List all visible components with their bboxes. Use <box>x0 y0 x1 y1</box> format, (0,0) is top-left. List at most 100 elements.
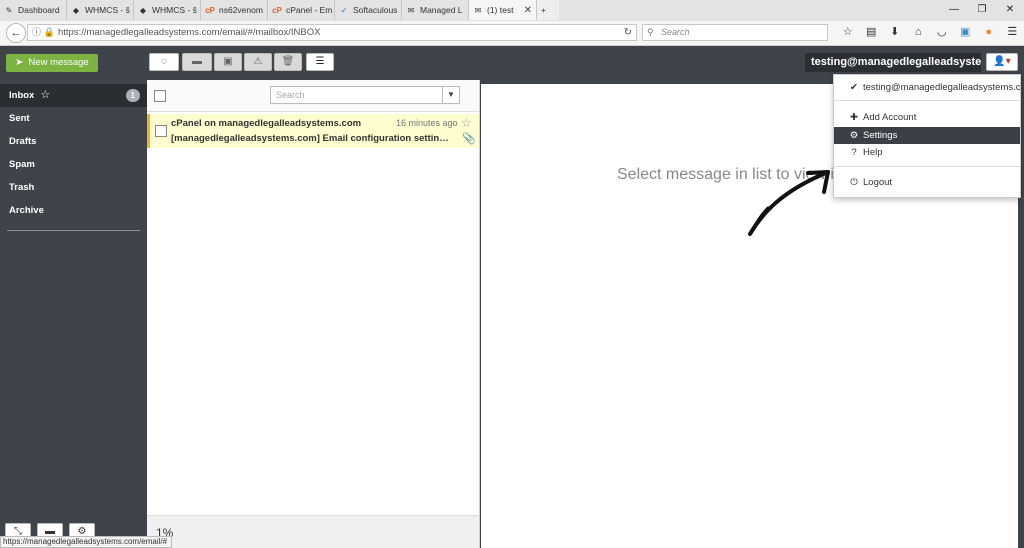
extension-icon[interactable]: ▣ <box>954 24 978 41</box>
folder-label: Sent <box>9 113 30 124</box>
help-icon: ? <box>851 147 857 158</box>
browser-tab[interactable]: ✎ Dashboard <box>0 0 67 20</box>
browser-tab[interactable]: ◆ WHMCS - š <box>67 0 134 20</box>
webmail-app: ➤ New message ◌ ▬ ▣ ⚠ 🗑 ☰ testing@manage… <box>0 46 1024 548</box>
menu-item-label: testing@managedlegalleadsystems.com <box>863 82 1020 93</box>
hamburger-menu-icon[interactable]: ☰ <box>1001 24 1024 41</box>
browser-tab[interactable]: cP cPanel - Em <box>268 0 335 20</box>
plus-icon: ✚ <box>850 112 858 123</box>
bookmark-star-icon[interactable]: ☆ <box>836 24 860 41</box>
gear-icon: ⚙ <box>849 130 859 141</box>
folder-label: Trash <box>9 182 35 193</box>
chevron-down-icon[interactable]: ▼ <box>442 87 459 103</box>
address-bar[interactable]: ⓘ 🔒 https://managedlegalleadsystems.com/… <box>27 24 637 41</box>
tab-label: ns62venom <box>219 5 263 15</box>
browser-tab[interactable]: cP ns62venom <box>201 0 268 20</box>
tab-label: WHMCS - š <box>85 5 130 15</box>
message-row[interactable]: cPanel on managedlegalleadsystems.com 16… <box>147 114 479 148</box>
folder-drafts[interactable]: Drafts <box>0 130 147 153</box>
annotation-arrow <box>748 170 830 236</box>
browser-search-placeholder: Search <box>661 27 690 37</box>
message-list-footer: 1% <box>147 515 479 548</box>
message-subject: [managedlegalleadsystems.com] Email conf… <box>171 133 451 144</box>
search-icon: ⚲ <box>647 27 654 37</box>
folder-label: Drafts <box>9 136 37 147</box>
menu-item-current-account[interactable]: ✔ testing@managedlegalleadsystems.com <box>834 79 1020 96</box>
site-info-icon[interactable]: ⓘ 🔒 <box>32 25 55 40</box>
reload-icon[interactable]: ↻ <box>624 25 632 40</box>
edit-icon: ✎ <box>5 5 13 15</box>
tab-label: Dashboard <box>18 5 60 15</box>
tab-label: Softaculous <box>353 5 398 15</box>
power-icon: ⏻ <box>850 177 858 188</box>
refresh-button[interactable]: ◌ <box>149 53 179 71</box>
browser-toolbar-icons: ☆ ▤ ⬇ ⌂ ◡ ▣ ● ☰ <box>836 24 1024 41</box>
menu-item-help[interactable]: ? Help <box>834 144 1020 161</box>
trash-icon: 🗑 <box>281 56 295 67</box>
browser-tab[interactable]: ◆ WHMCS - š <box>134 0 201 20</box>
folder-inbox[interactable]: Inbox ☆ 1 <box>0 84 147 107</box>
message-search-placeholder: Search <box>276 90 305 100</box>
more-button[interactable]: ☰ <box>306 53 334 71</box>
browser-tab-strip: ✎ Dashboard ◆ WHMCS - š ◆ WHMCS - š cP ns62v… <box>0 0 1024 22</box>
url-text: https://managedlegalleadsystems.com/emai… <box>58 27 321 38</box>
send-icon: ➤ <box>15 57 24 68</box>
menu-item-add-account[interactable]: ✚ Add Account <box>834 109 1020 126</box>
folder-trash[interactable]: Trash <box>0 176 147 199</box>
close-window-icon[interactable]: ✕ <box>996 0 1024 21</box>
whmcs-icon: ◆ <box>72 5 80 15</box>
delete-button[interactable]: 🗑 <box>274 53 302 71</box>
folder-sent[interactable]: Sent <box>0 107 147 130</box>
menu-divider <box>834 100 1020 101</box>
browser-tab[interactable]: ✓ Softaculous <box>335 0 402 20</box>
star-icon[interactable]: ☆ <box>40 89 50 101</box>
reading-list-icon[interactable]: ▤ <box>860 24 884 41</box>
archive-icon: ▣ <box>223 56 233 67</box>
folder-icon: ▬ <box>192 56 202 67</box>
window-controls: — ❐ ✕ <box>940 0 1024 21</box>
menu-item-label: Logout <box>863 177 893 188</box>
browser-search-input[interactable]: ⚲ Search <box>642 24 828 41</box>
star-icon[interactable]: ☆ <box>461 116 472 130</box>
tab-label: cPanel - Em <box>286 5 333 15</box>
addon-icon[interactable]: ● <box>977 24 1001 41</box>
folder-label: Spam <box>9 159 35 170</box>
message-search-input[interactable]: Search ▼ <box>270 86 460 104</box>
browser-tab-active[interactable]: ✉ (1) test ✕ <box>469 0 537 20</box>
back-button[interactable]: ← <box>6 23 26 43</box>
menu-item-label: Add Account <box>863 112 917 123</box>
whmcs-icon: ◆ <box>139 5 147 15</box>
home-icon[interactable]: ⌂ <box>907 24 931 41</box>
browser-tab[interactable]: ✉ Managed L <box>402 0 469 20</box>
message-list-header: Search ▼ <box>147 80 479 112</box>
minimize-icon[interactable]: — <box>940 0 968 21</box>
mail-icon: ✉ <box>474 5 482 15</box>
message-list-panel: Search ▼ cPanel on managedlegalleadsyste… <box>147 80 480 548</box>
restore-icon[interactable]: ❐ <box>968 0 996 21</box>
account-email-label[interactable]: testing@managedlegalleadsystems.com <box>805 53 981 72</box>
new-message-button[interactable]: ➤ New message <box>6 54 98 72</box>
folder-divider <box>7 230 140 231</box>
message-checkbox[interactable] <box>155 125 167 137</box>
move-button[interactable]: ▬ <box>182 53 212 71</box>
folder-archive[interactable]: Archive <box>0 199 147 222</box>
menu-divider <box>834 166 1020 167</box>
cpanel-icon: cP <box>205 5 215 15</box>
close-tab-icon[interactable]: ✕ <box>524 5 532 16</box>
warning-icon: ⚠ <box>253 56 263 67</box>
account-menu-button[interactable]: 👤▾ <box>986 53 1018 71</box>
menu-item-logout[interactable]: ⏻ Logout <box>834 174 1020 191</box>
pocket-icon[interactable]: ◡ <box>930 24 954 41</box>
spam-button[interactable]: ⚠ <box>244 53 272 71</box>
select-all-checkbox[interactable] <box>154 90 166 102</box>
downloads-icon[interactable]: ⬇ <box>883 24 907 41</box>
attachment-icon: 📎 <box>462 133 476 145</box>
new-tab-button[interactable]: + <box>537 0 559 20</box>
account-dropdown-menu: ✔ testing@managedlegalleadsystems.com ✚ Ad… <box>833 74 1021 198</box>
tab-label: Managed L <box>420 5 463 15</box>
folder-spam[interactable]: Spam <box>0 153 147 176</box>
menu-item-settings[interactable]: ⚙ Settings <box>834 127 1020 144</box>
softaculous-icon: ✓ <box>340 5 348 15</box>
menu-lines-icon: ☰ <box>315 56 325 67</box>
archive-button[interactable]: ▣ <box>214 53 242 71</box>
